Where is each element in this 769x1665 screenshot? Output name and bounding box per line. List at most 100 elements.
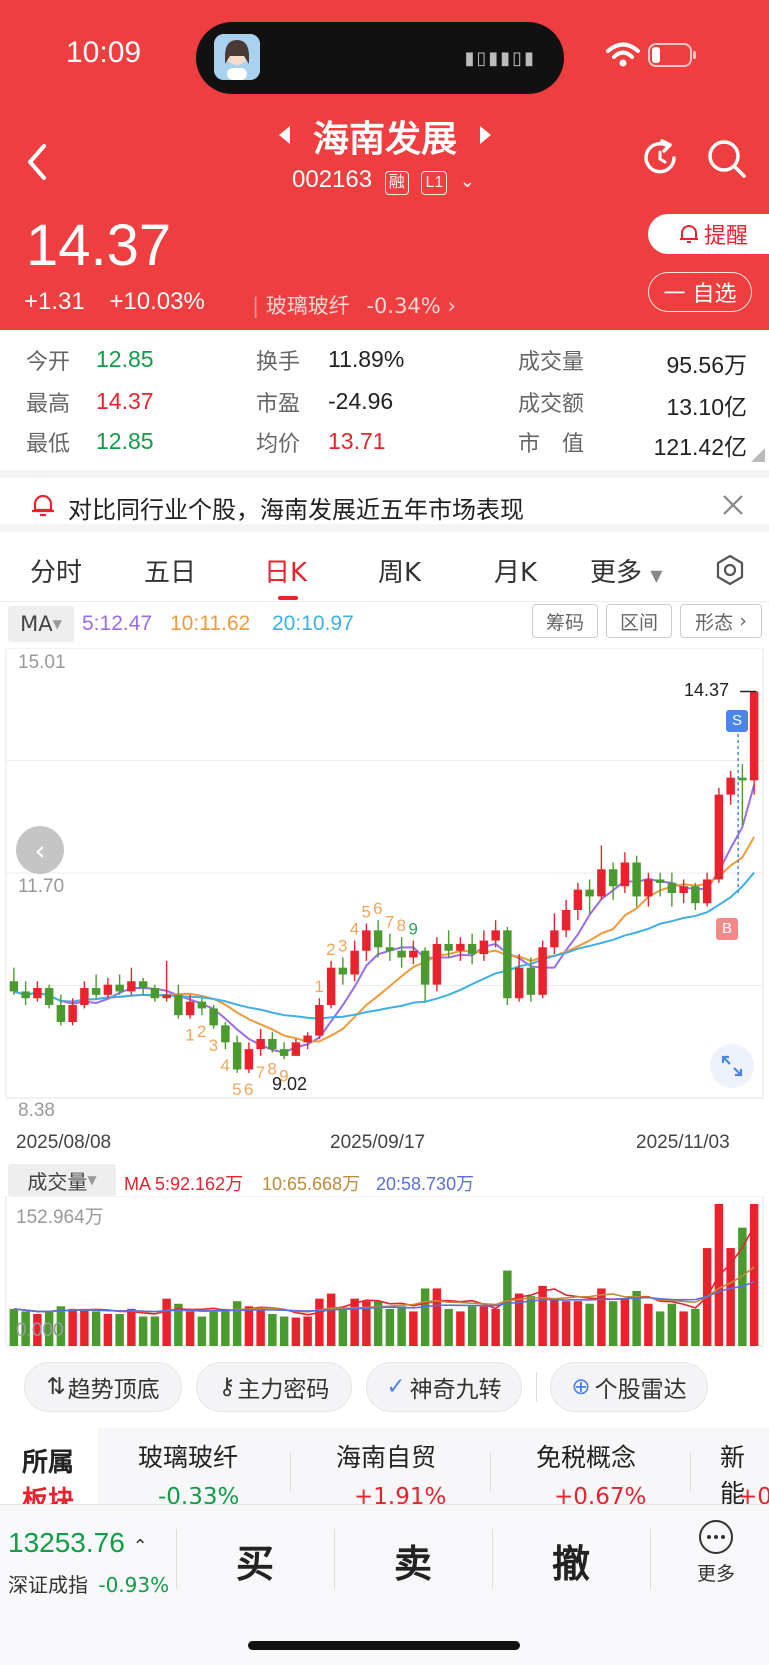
- nine-turn-digit: 3: [338, 937, 347, 956]
- next-stock-icon[interactable]: [478, 124, 494, 146]
- close-icon[interactable]: [722, 494, 744, 516]
- candle-body: [21, 991, 30, 999]
- candle-body: [467, 943, 477, 955]
- candle-body: [726, 777, 735, 795]
- volume-ma-lines: [13, 1225, 755, 1316]
- buy-button[interactable]: 买: [236, 1533, 274, 1588]
- candle-body: [679, 886, 688, 894]
- candle-body: [185, 1001, 195, 1016]
- sell-marker[interactable]: S: [726, 710, 748, 732]
- candle-body: [691, 886, 700, 904]
- caret-down-icon: ▼: [52, 617, 62, 631]
- pattern-button[interactable]: 形态 ›: [680, 604, 762, 638]
- chevron-down-icon: ⌄: [459, 171, 476, 191]
- fullscreen-button[interactable]: [710, 1044, 754, 1088]
- candle-body: [91, 988, 101, 995]
- refresh-icon[interactable]: [640, 138, 680, 178]
- ma20-legend: 20:10.97: [272, 612, 354, 635]
- max-price-label: 14.37: [684, 680, 730, 700]
- alert-button[interactable]: 提醒: [648, 214, 769, 254]
- mcap-label: 市 值: [518, 432, 585, 457]
- nine-turn-chip[interactable]: ✓ 神奇九转: [366, 1362, 522, 1412]
- volume-ma10-line: [13, 1266, 755, 1313]
- volume-bar: [91, 1311, 101, 1346]
- candle-body: [749, 691, 759, 781]
- tab-more[interactable]: 更多 ▼: [590, 552, 663, 589]
- radar-chip[interactable]: ⊕ 个股雷达: [550, 1362, 708, 1412]
- audio-wave-icon: ▮▯▮▮▯▮: [464, 48, 536, 69]
- sector-percent: -0.34%: [366, 294, 441, 318]
- buy-marker[interactable]: B: [716, 918, 738, 940]
- key-icon: ⚷: [218, 1374, 236, 1400]
- kline-chart[interactable]: 1 2345 67 8 912 345 67 8 9: [0, 648, 769, 1168]
- tab-daily-k[interactable]: 日K: [264, 552, 307, 589]
- main-force-chip[interactable]: ⚷ 主力密码: [196, 1362, 352, 1412]
- sector-link[interactable]: | 玻璃玻纤 -0.34% ›: [252, 290, 456, 320]
- candle-body: [491, 930, 500, 941]
- candle-body: [127, 981, 136, 992]
- tab-weekly-k[interactable]: 周K: [378, 552, 421, 589]
- volume-bar: [138, 1316, 148, 1346]
- volume-select[interactable]: 成交量 ▼: [8, 1164, 116, 1196]
- mcap-value: 121.42亿: [653, 434, 747, 460]
- tab-five-day[interactable]: 五日: [144, 552, 196, 589]
- sector-item-pct: +0: [738, 1484, 769, 1504]
- volume-bar: [150, 1316, 160, 1346]
- tab-more-label: 更多: [590, 558, 643, 588]
- high-label: 最高: [26, 392, 71, 417]
- low-label: 最低: [26, 432, 71, 457]
- trend-chip[interactable]: ⇅ 趋势顶底: [24, 1362, 182, 1412]
- settings-icon[interactable]: [714, 554, 746, 586]
- stock-header: 10:09 ▮▯▮▮▯▮ 海南发展 002163 融 L1 ⌄ 14.37 +1…: [0, 0, 769, 330]
- range-button[interactable]: 区间: [606, 604, 672, 638]
- back-icon[interactable]: [24, 142, 50, 182]
- bar-divider: [334, 1529, 335, 1589]
- prev-stock-icon[interactable]: [276, 124, 292, 146]
- index-value[interactable]: 13253.76 ⌃: [8, 1527, 148, 1559]
- ma-select[interactable]: MA ▼: [8, 606, 74, 642]
- volume-bar: [256, 1308, 265, 1346]
- volume-bar: [232, 1301, 242, 1346]
- cancel-order-button[interactable]: 撤: [552, 1533, 590, 1588]
- sector-item-name[interactable]: 玻璃玻纤: [138, 1438, 238, 1474]
- check-icon: ✓: [386, 1374, 406, 1400]
- volume-chart[interactable]: [0, 1196, 769, 1350]
- sector-item-name[interactable]: 海南自贸: [336, 1438, 436, 1474]
- nine-turn-digit: 1: [314, 977, 323, 996]
- stock-code-row[interactable]: 002163 融 L1 ⌄: [292, 166, 475, 195]
- search-icon[interactable]: [706, 138, 748, 180]
- candle-body: [526, 967, 536, 995]
- y-axis-bottom: 8.38: [18, 1100, 55, 1121]
- home-indicator: [248, 1641, 520, 1650]
- bar-divider: [176, 1529, 177, 1589]
- nine-turn-digit: 6: [373, 899, 382, 918]
- volume-bar: [338, 1308, 348, 1346]
- volume-bar: [632, 1290, 641, 1346]
- watchlist-button[interactable]: 一 自选: [648, 272, 752, 312]
- ma10-line: [13, 836, 755, 1043]
- chips-button[interactable]: 筹码: [532, 604, 598, 638]
- candle-body: [338, 967, 348, 975]
- volume-bar: [691, 1308, 700, 1346]
- avatar: [214, 34, 260, 80]
- more-button[interactable]: 更多: [686, 1519, 746, 1586]
- volume-bar: [385, 1308, 395, 1346]
- sector-item-name[interactable]: 免税概念: [536, 1438, 636, 1474]
- expand-corner-icon[interactable]: [751, 448, 765, 462]
- volume-bar: [456, 1311, 465, 1346]
- more-icon: [699, 1520, 733, 1554]
- sector-divider: [490, 1452, 491, 1492]
- compare-banner[interactable]: 对比同行业个股，海南发展近五年市场表现: [0, 470, 769, 532]
- sector-item-pct: +1.91%: [354, 1484, 447, 1504]
- candle-body: [9, 981, 19, 992]
- tab-intraday[interactable]: 分时: [30, 552, 82, 589]
- scroll-left-button[interactable]: ‹: [16, 826, 64, 874]
- tab-monthly-k[interactable]: 月K: [494, 552, 537, 589]
- radar-icon: ⊕: [571, 1374, 591, 1400]
- volume-bar: [679, 1311, 688, 1346]
- volume-bar: [197, 1316, 207, 1346]
- sector-row: 所属 板块 玻璃玻纤 -0.33% 海南自贸 +1.91% 免税概念 +0.67…: [0, 1428, 769, 1504]
- status-time: 10:09: [66, 36, 142, 69]
- sell-button[interactable]: 卖: [394, 1533, 432, 1588]
- volume-bar: [644, 1303, 653, 1346]
